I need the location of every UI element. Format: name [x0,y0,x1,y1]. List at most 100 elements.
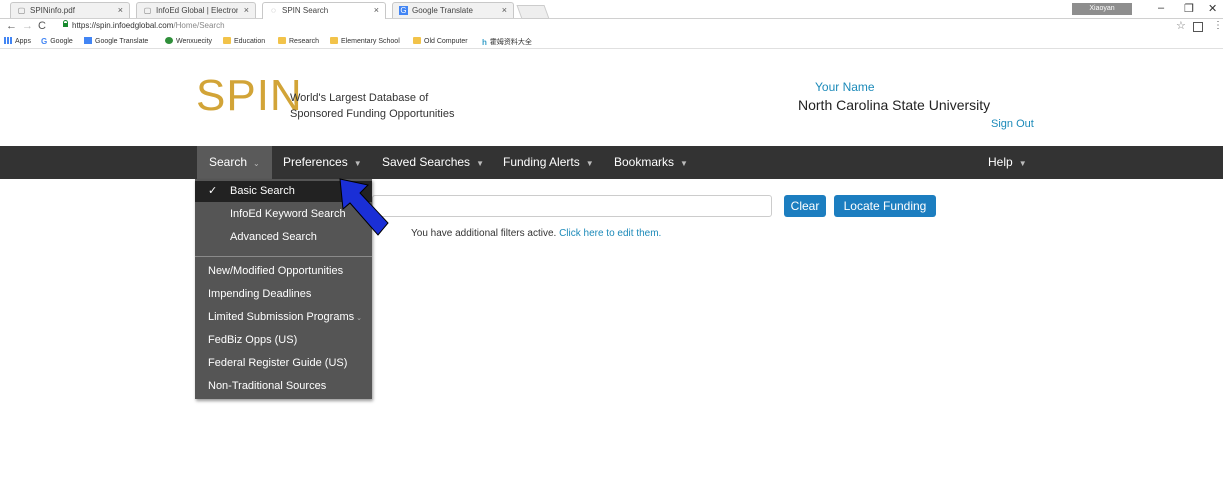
lock-icon [63,20,68,27]
forward-arrow-icon[interactable]: → [22,20,33,32]
folder-icon [330,37,338,44]
google-translate-icon: G [399,6,408,15]
nav-search[interactable]: Search ⌄ [197,146,272,179]
minimize-button[interactable]: – [1158,2,1164,14]
bookmark-education[interactable]: Education [223,37,265,45]
browser-tab[interactable]: ▢ InfoEd Global | Electroni × [136,2,256,18]
pointer-arrow-icon [339,178,389,236]
folder-icon [413,37,421,44]
filter-notice-text: You have additional filters active. [411,228,557,239]
bookmark-old-computer[interactable]: Old Computer [413,37,468,45]
caret-down-icon: ▼ [680,159,688,168]
menu-item-label: Federal Register Guide (US) [208,357,348,369]
bookmark-label: Google Translate [95,38,149,45]
bookmark-star-icon[interactable]: ☆ [1176,19,1186,32]
menu-item-label: New/Modified Opportunities [208,265,344,277]
menu-item-label: Impending Deadlines [208,288,312,300]
menu-item-new-modified-opportunities[interactable]: New/Modified Opportunities [195,261,372,282]
back-arrow-icon[interactable]: ← [6,20,17,32]
checkmark-icon: ✓ [208,185,218,197]
tagline-line: World's Largest Database of [290,92,429,104]
url-field[interactable]: https://spin.infoedglobal.com/Home/Searc… [72,21,225,30]
menu-item-fedbiz-opps[interactable]: FedBiz Opps (US) [195,330,372,351]
menu-item-federal-register-guide[interactable]: Federal Register Guide (US) [195,353,372,374]
tab-title: Google Translate [412,6,473,15]
search-input[interactable] [372,195,772,217]
url-path: /Home/Search [173,21,225,30]
document-icon: ▢ [17,6,26,15]
site-tagline: World's Largest Database of Sponsored Fu… [290,90,455,122]
restore-button[interactable]: ❐ [1184,2,1194,15]
bookmark-label: Wenxuecity [176,38,213,45]
menu-item-impending-deadlines[interactable]: Impending Deadlines [195,284,372,305]
bookmark-label: Apps [15,38,31,45]
wenxuecity-icon [165,37,173,44]
nav-label: Saved Searches [382,155,471,169]
user-organization: North Carolina State University [798,97,991,113]
bookmark-google[interactable]: G Google [41,37,73,46]
loading-icon: ◌ [271,6,276,15]
browser-tab[interactable]: G Google Translate × [392,2,514,18]
sign-out-link[interactable]: Sign Out [991,118,1034,130]
nav-label: Preferences [283,155,348,169]
menu-divider [195,256,372,257]
nav-preferences[interactable]: Preferences ▼ [283,146,362,179]
new-tab-button[interactable] [516,5,550,19]
menu-item-label: Non-Traditional Sources [208,380,327,392]
bookmark-label: Research [289,38,319,45]
nav-funding-alerts[interactable]: Funding Alerts ▼ [503,146,594,179]
main-nav: Search ⌄ Preferences ▼ Saved Searches ▼ Fun… [0,146,1223,179]
address-bar: ← → C https://spin.infoedglobal.com/Home… [0,19,1223,34]
browser-tab[interactable]: ▢ SPINinfo.pdf × [10,2,130,18]
nav-help[interactable]: Help ▼ [988,146,1027,179]
tab-title: SPIN Search [282,6,329,15]
locate-funding-button[interactable]: Locate Funding [834,195,936,217]
bookmark-label: Education [234,38,266,45]
folder-icon [223,37,231,44]
caret-down-icon: ▼ [353,159,362,168]
bookmark-label: Old Computer [424,38,468,45]
close-icon[interactable]: × [244,5,249,15]
menu-item-label: InfoEd Keyword Search [230,208,346,220]
nav-saved-searches[interactable]: Saved Searches ▼ [382,146,484,179]
browser-tab-active[interactable]: ◌ SPIN Search × [262,2,386,19]
bookmark-google-translate[interactable]: Google Translate [84,37,148,45]
browser-tab-strip: ▢ SPINinfo.pdf × ▢ InfoEd Global | Elect… [0,0,1223,19]
bookmark-apps[interactable]: Apps [4,37,31,45]
bookmark-wenxuecity[interactable]: Wenxuecity [165,37,212,45]
caret-down-icon: ▼ [476,159,484,168]
close-icon[interactable]: × [502,5,507,15]
filter-notice: You have additional filters active. Clic… [411,228,661,239]
nav-label: Funding Alerts [503,155,580,169]
tagline-line: Sponsored Funding Opportunities [290,108,455,120]
tab-title: SPINinfo.pdf [30,6,75,15]
menu-item-label: Basic Search [230,185,295,197]
bookmark-research[interactable]: Research [278,37,319,45]
user-name[interactable]: Your Name [815,80,875,94]
profile-badge[interactable]: Xiaoyan [1072,3,1132,15]
nav-bookmarks[interactable]: Bookmarks ▼ [614,146,688,179]
menu-item-label: FedBiz Opps (US) [208,334,298,346]
menu-item-non-traditional-sources[interactable]: Non-Traditional Sources [195,376,372,397]
menu-item-limited-submission-programs[interactable]: Limited Submission Programs ⌄ [195,307,372,328]
close-icon[interactable]: × [374,5,379,15]
apps-icon [4,37,12,44]
extension-icon[interactable] [1193,22,1203,32]
close-icon[interactable]: × [118,5,123,15]
url-host: https://spin.infoedglobal.com [72,21,174,30]
google-translate-icon [84,37,92,44]
close-window-button[interactable]: ✕ [1208,2,1217,15]
reload-icon[interactable]: C [38,20,46,32]
nav-label: Search [209,155,248,169]
folder-icon [278,37,286,44]
browser-menu-icon[interactable]: ⋮ [1213,20,1223,31]
nav-label: Help [988,155,1013,169]
bookmark-h[interactable]: h 霍姆资料大全 [482,37,532,47]
edit-filters-link[interactable]: Click here to edit them. [559,228,661,239]
bookmark-label: 霍姆资料大全 [489,39,532,46]
clear-button[interactable]: Clear [784,195,826,217]
caret-icon: ⌄ [253,159,260,168]
spin-logo[interactable]: SPIN [196,74,303,118]
menu-item-label: Limited Submission Programs [208,311,355,323]
bookmark-elementary-school[interactable]: Elementary School [330,37,400,45]
